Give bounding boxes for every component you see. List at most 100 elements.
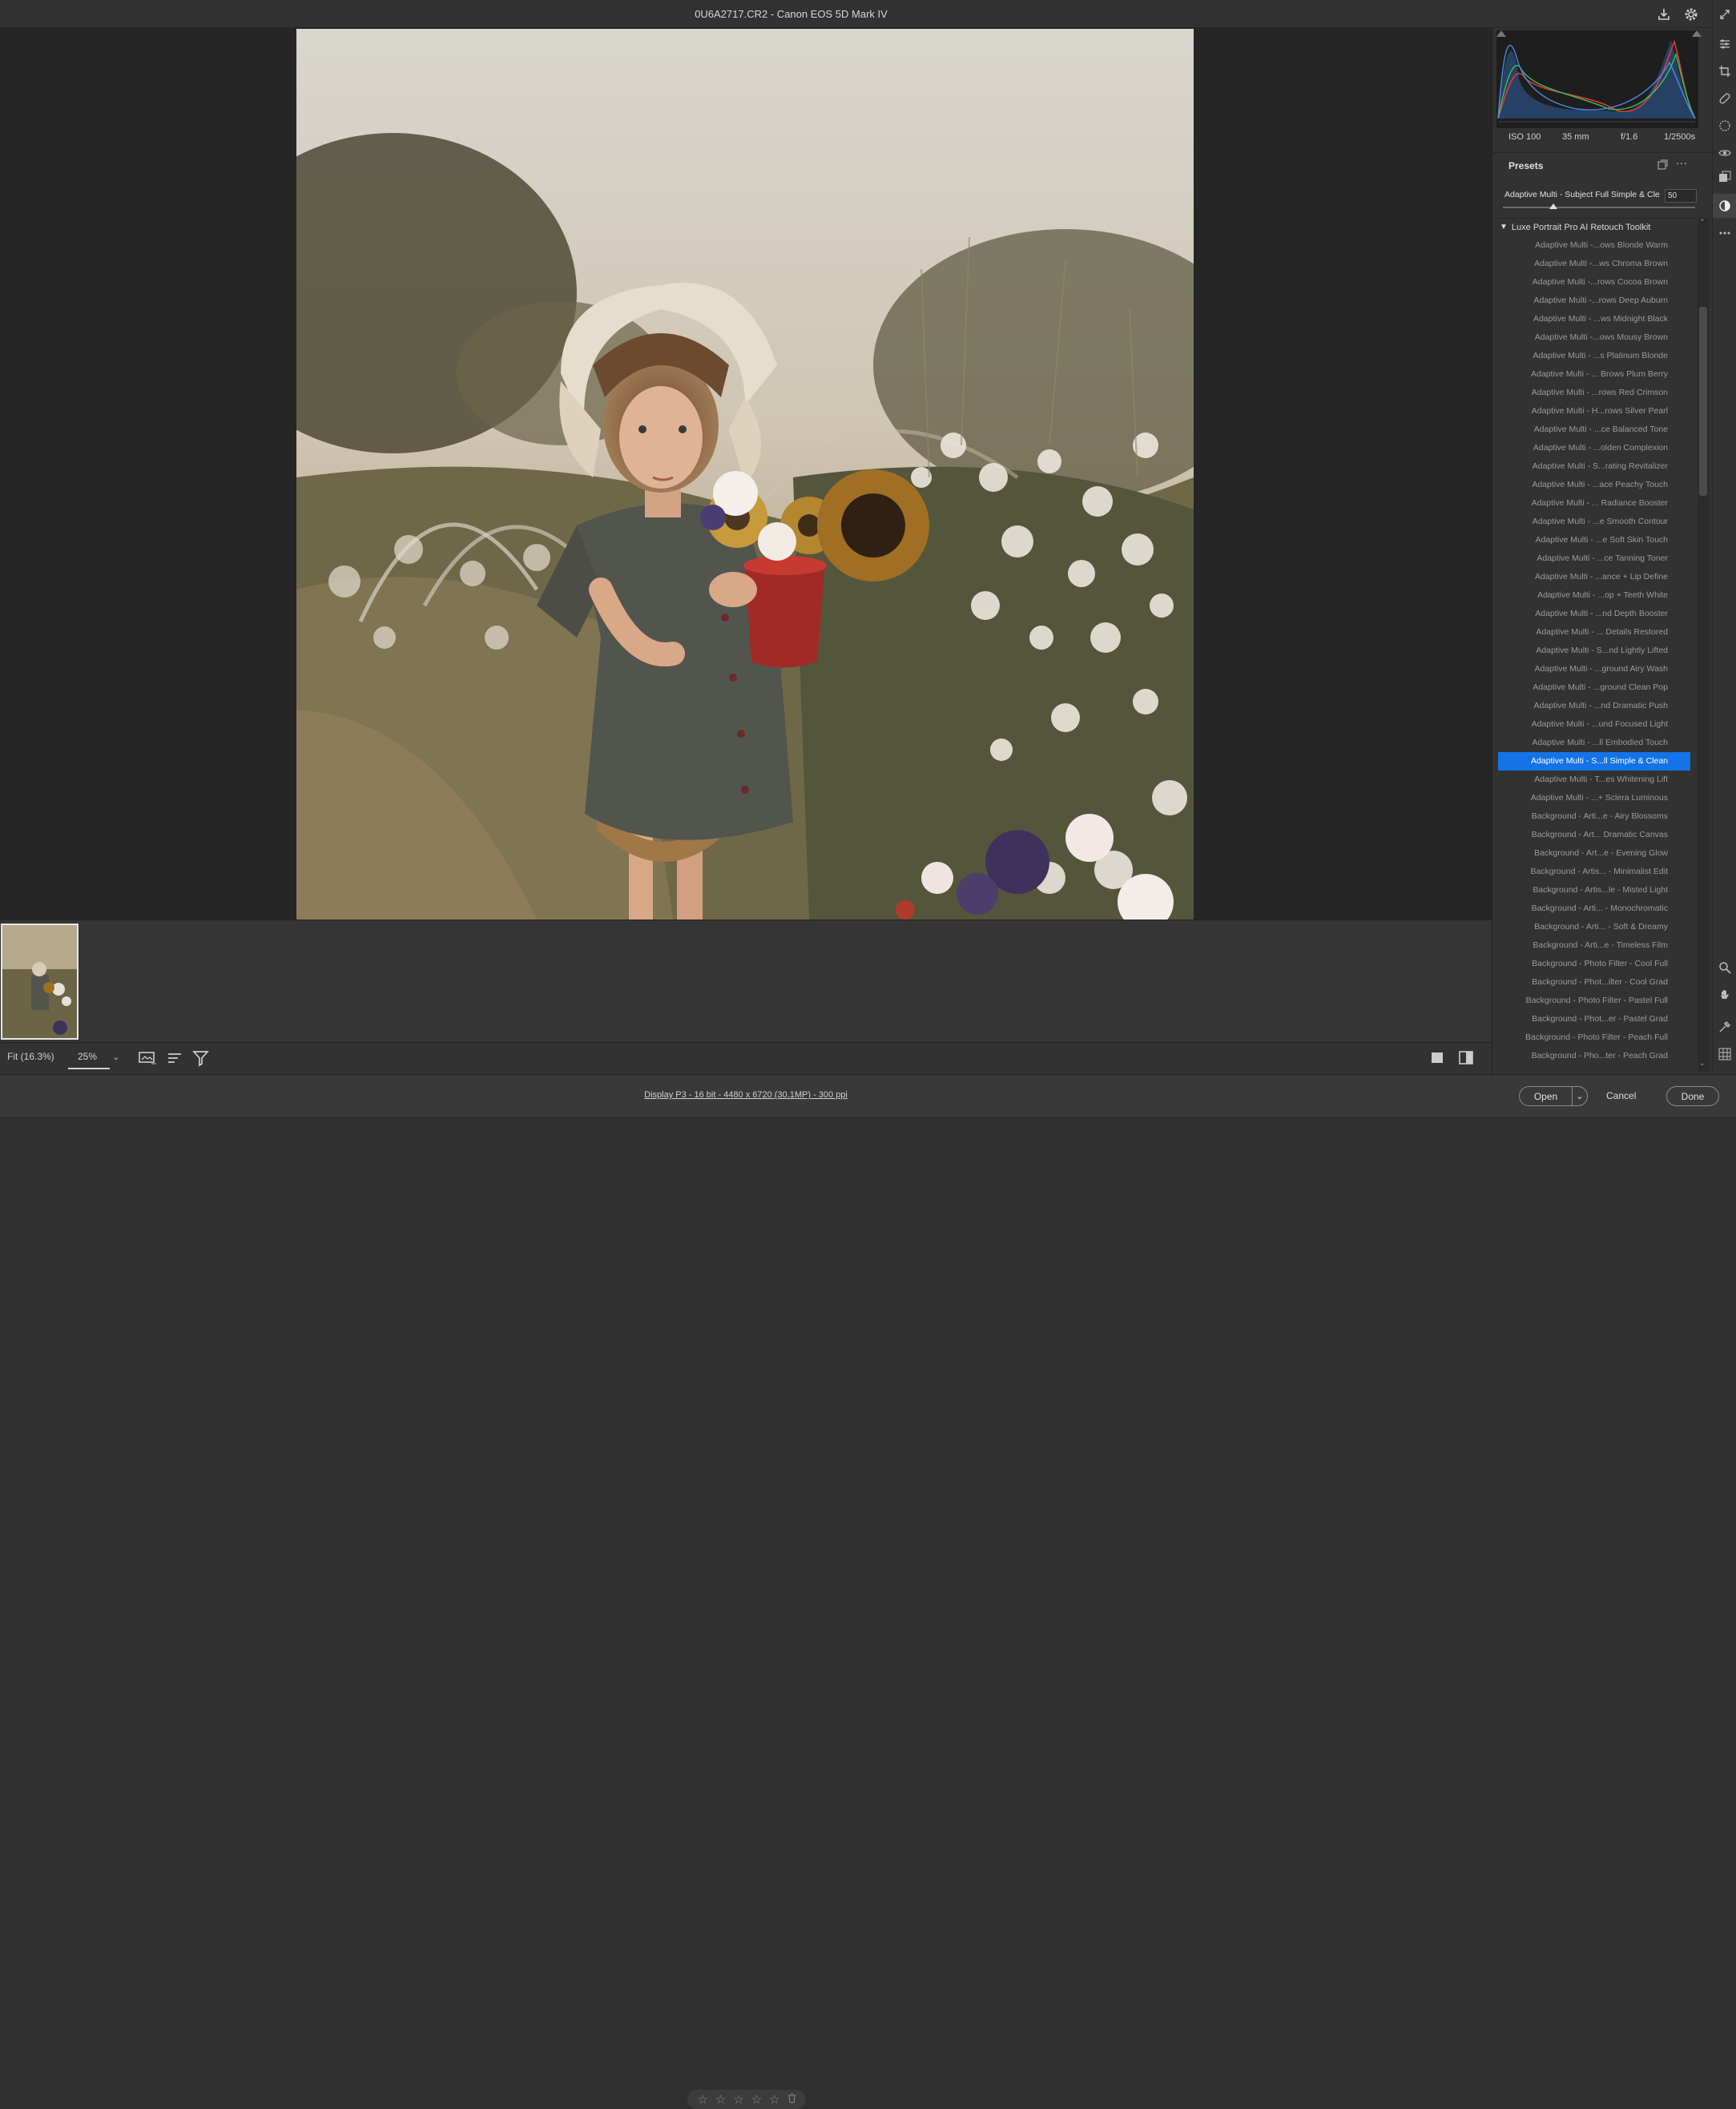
star-rating[interactable]: ☆ ☆ ☆ ☆ ☆ bbox=[687, 2090, 806, 2109]
preset-item[interactable]: Adaptive Multi - ... Brows Plum Berry bbox=[1498, 365, 1690, 384]
preset-item[interactable]: Background - Phot...ilter - Cool Grad bbox=[1498, 973, 1690, 992]
preset-item[interactable]: Adaptive Multi - ...+ Sclera Luminous bbox=[1498, 789, 1690, 807]
zoom-icon[interactable] bbox=[1713, 956, 1736, 980]
preset-item[interactable]: Background - Artis...le - Misted Light bbox=[1498, 881, 1690, 900]
preset-item[interactable]: Adaptive Multi -...rows Cocoa Brown bbox=[1498, 273, 1690, 292]
preset-item[interactable]: Background - Photo Filter - Pastel Full bbox=[1498, 992, 1690, 1010]
preset-group-header[interactable]: ▼ Luxe Portrait Pro AI Retouch Toolkit bbox=[1495, 219, 1695, 236]
preset-amount-slider[interactable] bbox=[1503, 207, 1695, 208]
new-preset-icon[interactable] bbox=[1657, 159, 1668, 175]
disclosure-triangle-icon[interactable]: ▼ bbox=[1500, 219, 1508, 236]
zoom-level-field[interactable]: 25% bbox=[68, 1048, 110, 1069]
preset-item[interactable]: Adaptive Multi - T...es Whitening Lift bbox=[1498, 771, 1690, 789]
preset-item[interactable]: Background - Artis... - Minimalist Edit bbox=[1498, 863, 1690, 881]
preset-item[interactable]: Adaptive Multi - ...ace Peachy Touch bbox=[1498, 476, 1690, 494]
preset-item[interactable]: Adaptive Multi - S...rating Revitalizer bbox=[1498, 457, 1690, 476]
preset-item[interactable]: Background - Art... Dramatic Canvas bbox=[1498, 826, 1690, 844]
shadow-clip-icon[interactable] bbox=[1496, 30, 1506, 37]
preset-item[interactable]: Background - Arti...e - Timeless Film bbox=[1498, 936, 1690, 955]
scroll-up-icon[interactable]: ⌃ bbox=[1699, 218, 1706, 227]
crop-icon[interactable] bbox=[1713, 59, 1736, 83]
preset-item[interactable]: Adaptive Multi - ... Radiance Booster bbox=[1498, 494, 1690, 513]
preset-item[interactable]: Adaptive Multi - ...e Soft Skin Touch bbox=[1498, 531, 1690, 549]
compare-view-icon[interactable] bbox=[1458, 1050, 1476, 1070]
preset-item[interactable]: Background - Phot...er - Pastel Grad bbox=[1498, 1010, 1690, 1028]
preset-item[interactable]: Adaptive Multi - ...s Platinum Blonde bbox=[1498, 347, 1690, 365]
edit-sliders-icon[interactable] bbox=[1713, 32, 1736, 56]
preset-item[interactable]: Adaptive Multi - ...olden Complexion bbox=[1498, 439, 1690, 457]
preset-item[interactable]: Background - Photo Filter - Peach Full bbox=[1498, 1028, 1690, 1047]
open-button[interactable]: Open bbox=[1519, 1086, 1572, 1106]
trash-icon[interactable] bbox=[787, 2093, 796, 2107]
preset-item[interactable]: Background - Photo Filter - Cool Full bbox=[1498, 955, 1690, 973]
image-info-link[interactable]: Display P3 - 16 bit - 4480 x 6720 (30.1M… bbox=[0, 1090, 1492, 1100]
preset-item[interactable]: Adaptive Multi - ...rows Red Crimson bbox=[1498, 384, 1690, 402]
tool-strip bbox=[1712, 0, 1736, 1074]
preset-item[interactable]: Background - Art...e - Evening Glow bbox=[1498, 844, 1690, 863]
presets-scrollbar-thumb[interactable] bbox=[1699, 307, 1707, 496]
preset-item[interactable]: Adaptive Multi -...ws Chroma Brown bbox=[1498, 255, 1690, 273]
expand-icon[interactable] bbox=[1713, 2, 1736, 26]
open-options-dropdown[interactable]: ⌄ bbox=[1572, 1086, 1588, 1106]
more-icon[interactable] bbox=[1713, 221, 1736, 245]
preset-amount-slider-handle[interactable] bbox=[1549, 203, 1557, 209]
preset-item[interactable]: Adaptive Multi - ...ground Clean Pop bbox=[1498, 678, 1690, 697]
red-eye-icon[interactable] bbox=[1713, 141, 1736, 165]
preset-item[interactable]: Adaptive Multi - ... Details Restored bbox=[1498, 623, 1690, 642]
preset-item[interactable]: Adaptive Multi - ...e Smooth Contour bbox=[1498, 513, 1690, 531]
presets-title: Presets bbox=[1508, 160, 1544, 171]
preset-item[interactable]: Adaptive Multi - S...ll Simple & Clean bbox=[1498, 752, 1690, 771]
grid-icon[interactable] bbox=[1713, 1042, 1736, 1066]
zoom-dropdown-icon[interactable]: ⌄ bbox=[112, 1052, 119, 1062]
presets-more-icon[interactable]: ··· bbox=[1676, 156, 1687, 169]
star-4-icon[interactable]: ☆ bbox=[751, 2092, 762, 2107]
preset-amount-input[interactable]: 50 bbox=[1665, 189, 1697, 203]
preset-item[interactable]: Adaptive Multi - ...ce Tanning Toner bbox=[1498, 549, 1690, 568]
star-5-icon[interactable]: ☆ bbox=[769, 2092, 779, 2107]
exif-focal-length: 35 mm bbox=[1562, 132, 1589, 142]
single-view-icon[interactable] bbox=[1429, 1050, 1447, 1070]
preset-item[interactable]: Adaptive Multi - ...ance + Lip Define bbox=[1498, 568, 1690, 586]
sort-icon[interactable] bbox=[167, 1049, 184, 1071]
fit-zoom-label[interactable]: Fit (16.3%) bbox=[7, 1051, 54, 1062]
filmstrip-toggle-icon[interactable] bbox=[138, 1049, 157, 1071]
main-photo[interactable] bbox=[296, 29, 1194, 920]
preset-item[interactable]: Adaptive Multi -...rows Deep Auburn bbox=[1498, 292, 1690, 310]
preset-item[interactable]: Adaptive Multi -...ows Blonde Warm bbox=[1498, 236, 1690, 255]
presets-icon[interactable] bbox=[1713, 194, 1736, 218]
presets-list: ▼ Luxe Portrait Pro AI Retouch Toolkit A… bbox=[1495, 218, 1695, 1072]
highlight-clip-icon[interactable] bbox=[1692, 30, 1702, 37]
star-3-icon[interactable]: ☆ bbox=[733, 2092, 743, 2107]
save-icon[interactable] bbox=[1653, 4, 1674, 25]
hand-icon[interactable] bbox=[1713, 983, 1736, 1007]
eyedropper-icon[interactable] bbox=[1713, 1015, 1736, 1039]
filter-icon[interactable] bbox=[192, 1049, 210, 1071]
healing-icon[interactable] bbox=[1713, 87, 1736, 111]
cancel-button[interactable]: Cancel bbox=[1606, 1090, 1636, 1101]
preset-item[interactable]: Background - Arti... - Monochromatic bbox=[1498, 900, 1690, 918]
preset-item[interactable]: Background - Pho...ter - Peach Grad bbox=[1498, 1047, 1690, 1065]
snapshots-icon[interactable] bbox=[1713, 165, 1736, 189]
status-bar: Display P3 - 16 bit - 4480 x 6720 (30.1M… bbox=[0, 1074, 1736, 1117]
preset-item[interactable]: Adaptive Multi - ...ws Midnight Black bbox=[1498, 310, 1690, 328]
preset-item[interactable]: Adaptive Multi - ...ll Embodied Touch bbox=[1498, 734, 1690, 752]
preset-item[interactable]: Adaptive Multi - ...ground Airy Wash bbox=[1498, 660, 1690, 678]
exif-aperture: f/1.6 bbox=[1621, 132, 1638, 142]
star-2-icon[interactable]: ☆ bbox=[715, 2092, 726, 2107]
preset-item[interactable]: Adaptive Multi - ...nd Depth Booster bbox=[1498, 605, 1690, 623]
masking-icon[interactable] bbox=[1713, 114, 1736, 138]
preset-item[interactable]: Adaptive Multi - ...op + Teeth White bbox=[1498, 586, 1690, 605]
preset-item[interactable]: Adaptive Multi -...ows Mousy Brown bbox=[1498, 328, 1690, 347]
preset-item[interactable]: Background - Arti... - Soft & Dreamy bbox=[1498, 918, 1690, 936]
gear-icon[interactable] bbox=[1681, 4, 1702, 25]
preset-item[interactable]: Adaptive Multi - ...und Focused Light bbox=[1498, 715, 1690, 734]
preset-item[interactable]: Adaptive Multi - S...nd Lightly Lifted bbox=[1498, 642, 1690, 660]
preset-item[interactable]: Adaptive Multi - H...rows Silver Pearl bbox=[1498, 402, 1690, 421]
filmstrip-thumbnail[interactable] bbox=[1, 924, 79, 1040]
preset-item[interactable]: Adaptive Multi - ...nd Dramatic Push bbox=[1498, 697, 1690, 715]
star-1-icon[interactable]: ☆ bbox=[697, 2092, 707, 2107]
preset-item[interactable]: Adaptive Multi - ...ce Balanced Tone bbox=[1498, 421, 1690, 439]
done-button[interactable]: Done bbox=[1666, 1086, 1719, 1106]
scroll-down-icon[interactable]: ⌄ bbox=[1699, 1059, 1706, 1068]
preset-item[interactable]: Background - Arti...e - Airy Blossoms bbox=[1498, 807, 1690, 826]
